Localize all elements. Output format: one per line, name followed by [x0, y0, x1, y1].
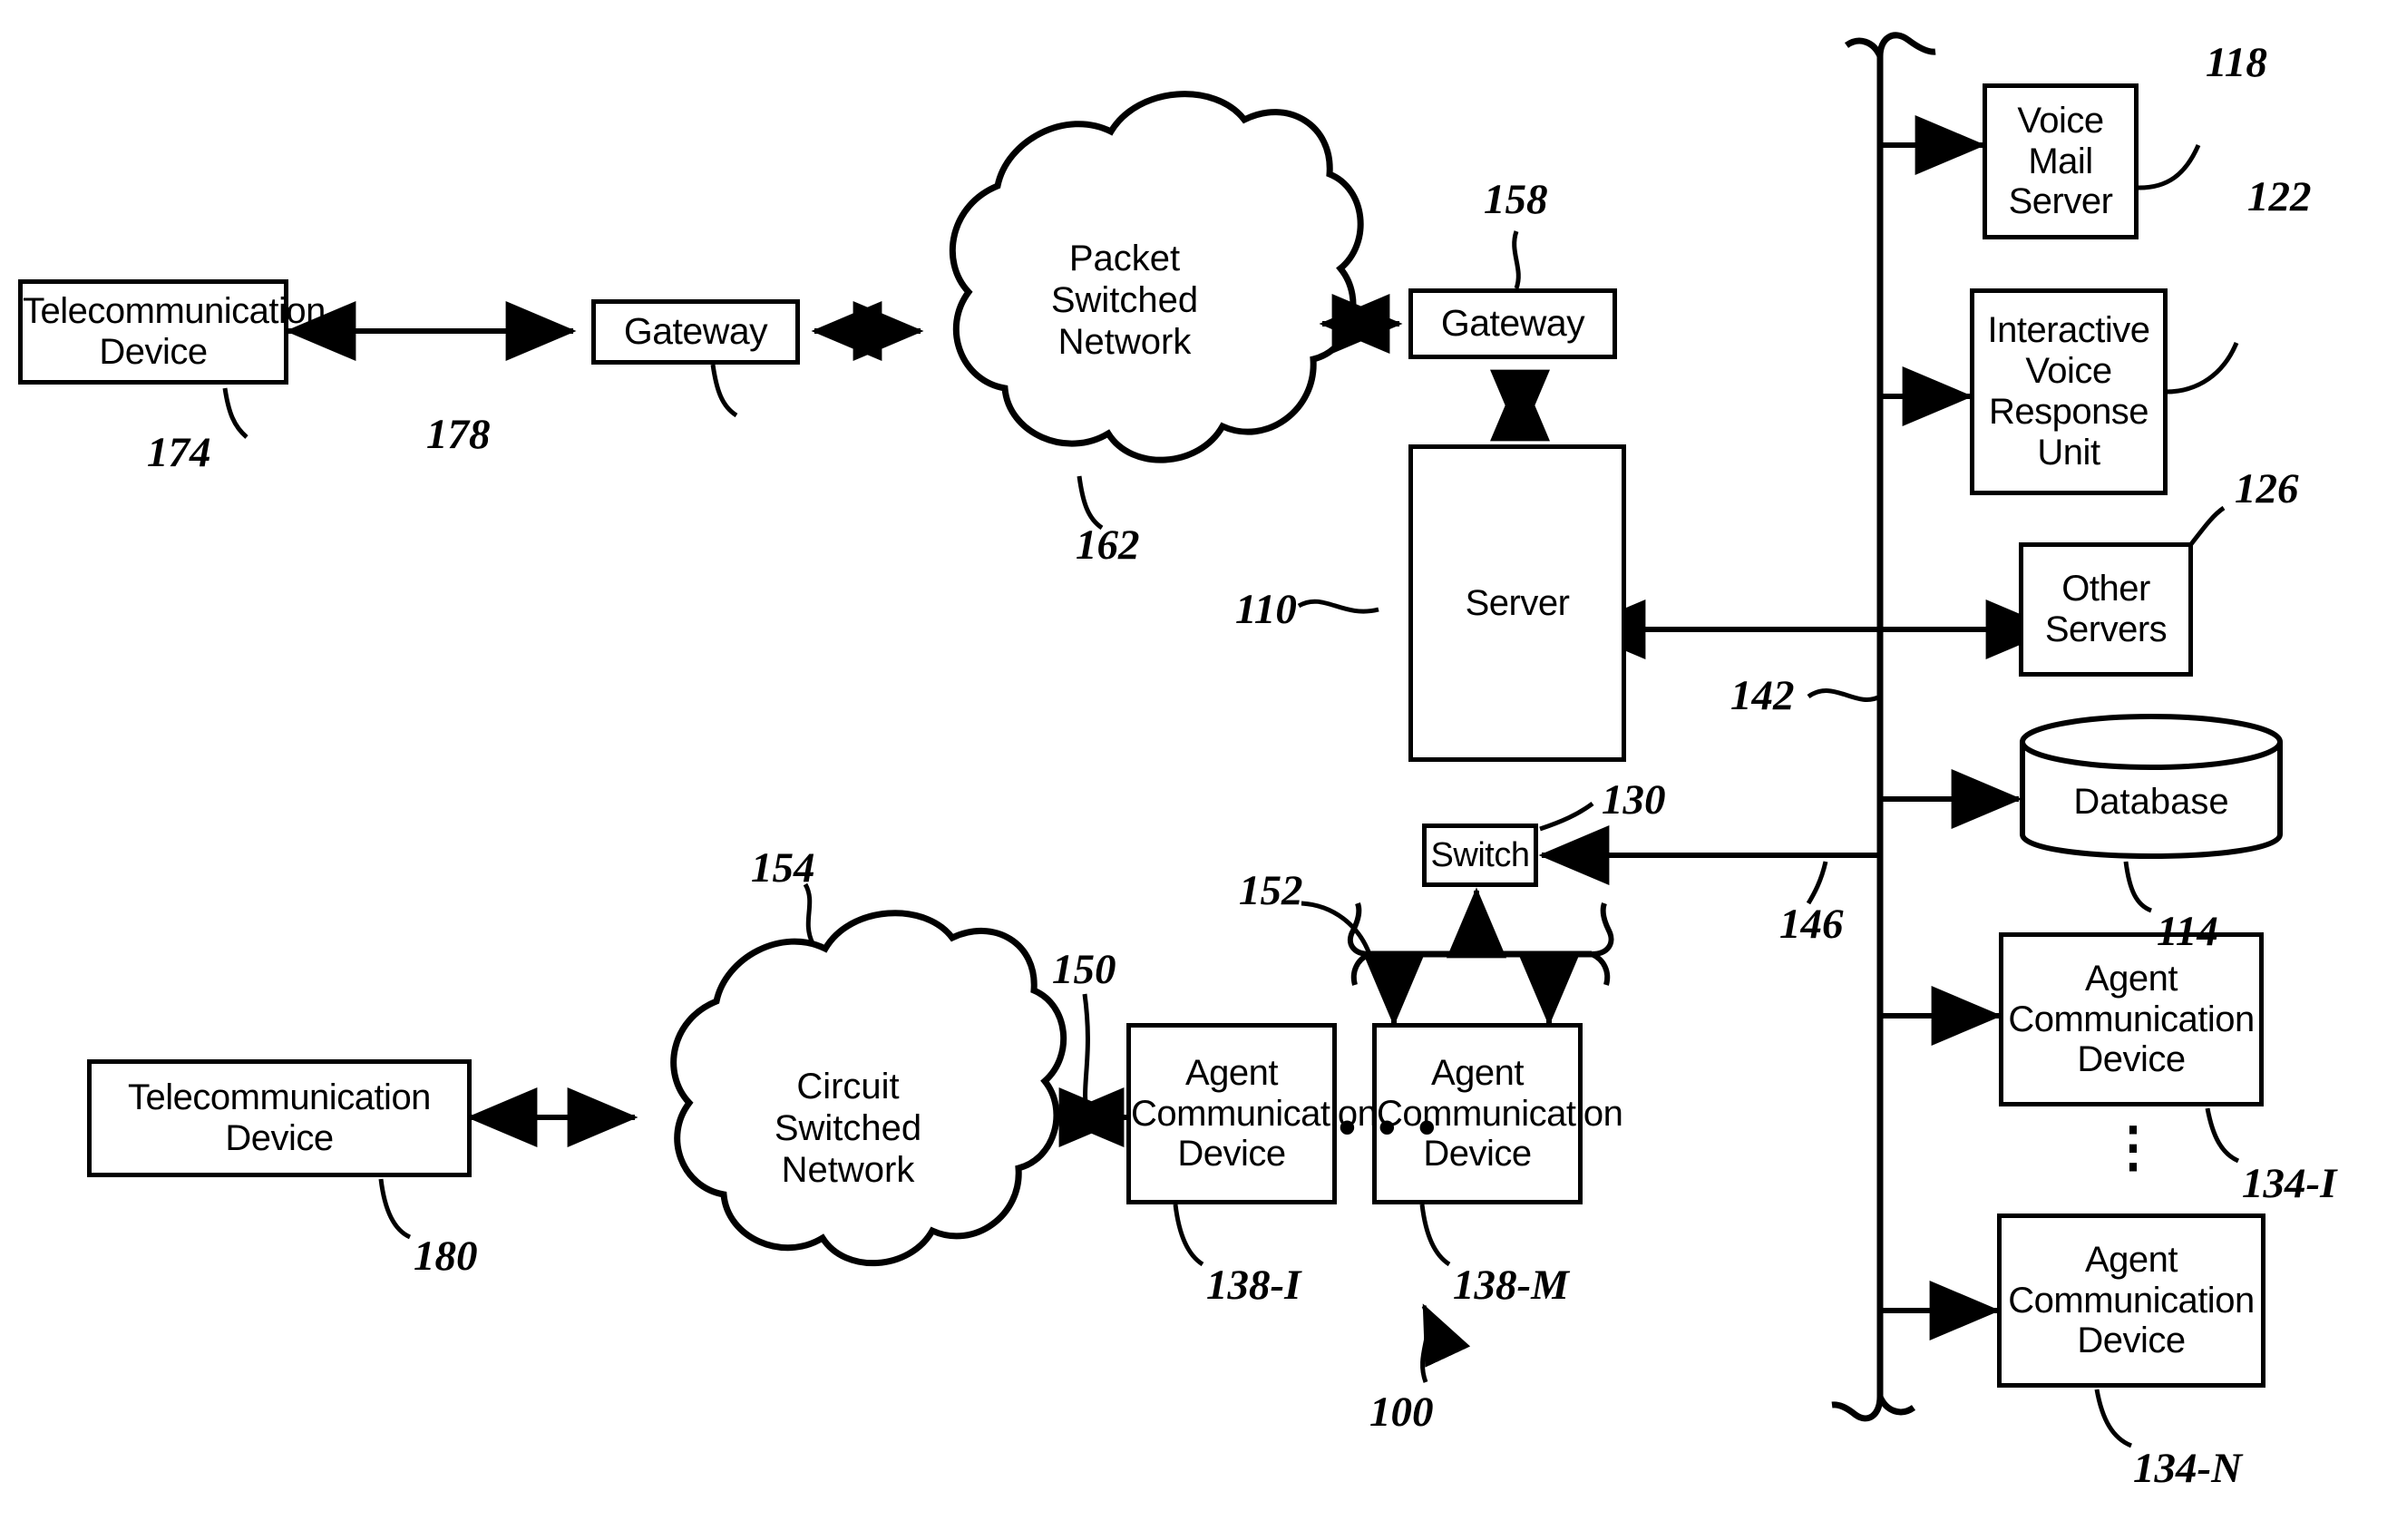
node-label: Agent Communication Device [2008, 958, 2255, 1080]
reference-numeral-134-n: 134-N [2133, 1445, 2243, 1492]
reference-numeral-130: 130 [1602, 776, 1666, 824]
node-server-110[interactable]: Server [1408, 444, 1626, 762]
node-telecommunication-device-174[interactable]: Telecommunication Device [18, 279, 326, 385]
reference-numeral-126: 126 [2235, 465, 2299, 512]
node-label: Other Servers [2044, 569, 2168, 649]
node-label: Server [1465, 582, 1570, 623]
cloud-label-circuit-switched-network: Circuit Switched Network [774, 1067, 922, 1190]
reference-numeral-138-m: 138-M [1453, 1262, 1569, 1309]
node-label: Telecommunication Device [23, 291, 326, 372]
reference-numeral-142: 142 [1730, 672, 1795, 719]
cylinder-label-database: Database [2073, 782, 2229, 822]
reference-numeral-122: 122 [2247, 173, 2312, 220]
reference-numeral-174: 174 [147, 429, 211, 476]
node-interactive-voice-response-unit-122[interactable]: Interactive Voice Response Unit [1970, 288, 2168, 495]
reference-numeral-114: 114 [2157, 908, 2218, 955]
node-label: Agent Communication Device [2008, 1239, 2255, 1361]
reference-numeral-180: 180 [414, 1233, 478, 1280]
node-label: Switch [1430, 835, 1530, 874]
reference-numeral-110: 110 [1235, 586, 1297, 633]
node-other-servers-126[interactable]: Other Servers [2019, 542, 2193, 677]
node-label: Gateway [1440, 302, 1585, 345]
reference-numeral-150: 150 [1052, 946, 1116, 993]
node-label: Agent Communication Device [1131, 1052, 1378, 1174]
reference-numeral-162: 162 [1076, 521, 1140, 569]
reference-numeral-152: 152 [1239, 867, 1303, 914]
node-label: Gateway [623, 310, 768, 353]
node-agent-communication-device-134-n[interactable]: Agent Communication Device [1997, 1213, 2265, 1388]
node-gateway-178[interactable]: Gateway [591, 299, 800, 365]
reference-numeral-138-i: 138-I [1206, 1262, 1301, 1309]
node-voice-mail-server-118[interactable]: Voice Mail Server [1983, 83, 2139, 239]
horizontal-ellipsis-agent-devices: • • • [1339, 1100, 1440, 1155]
patent-figure: Telecommunication Device Gateway Packet … [0, 0, 2397, 1540]
cloud-label-packet-switched-network: Packet Switched Network [1050, 239, 1199, 362]
reference-numeral-178: 178 [426, 411, 491, 458]
reference-numeral-158: 158 [1484, 176, 1548, 223]
node-label: Interactive Voice Response Unit [1987, 310, 2150, 473]
node-telecommunication-device-180[interactable]: Telecommunication Device [87, 1059, 472, 1177]
node-label: Telecommunication Device [128, 1077, 431, 1158]
reference-numeral-134-i: 134-I [2242, 1160, 2337, 1207]
node-label: Voice Mail Server [2008, 100, 2113, 222]
reference-numeral-154: 154 [751, 844, 815, 892]
node-agent-communication-device-138-i[interactable]: Agent Communication Device [1126, 1023, 1378, 1204]
node-agent-communication-device-134-i[interactable]: Agent Communication Device [1999, 932, 2264, 1106]
vertical-ellipsis-agent-devices: ⋮ [2106, 1116, 2160, 1177]
reference-numeral-100: 100 [1369, 1389, 1434, 1436]
node-switch-130[interactable]: Switch [1422, 824, 1538, 887]
reference-numeral-146: 146 [1779, 901, 1844, 948]
reference-numeral-118: 118 [2206, 39, 2267, 86]
node-gateway-158[interactable]: Gateway [1408, 288, 1617, 359]
